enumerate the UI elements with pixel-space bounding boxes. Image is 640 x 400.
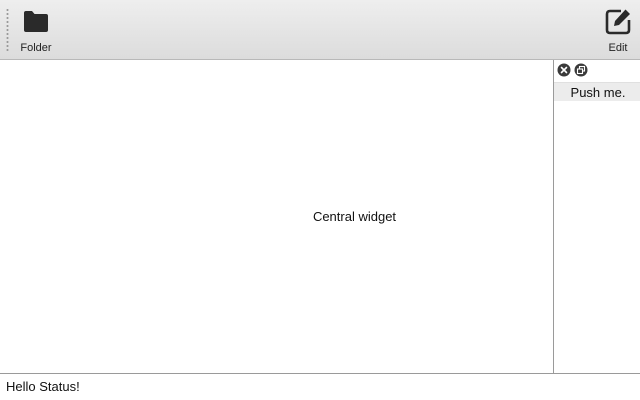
folder-button[interactable]: Folder <box>16 4 56 56</box>
toolbar: Folder Edit <box>0 0 640 60</box>
toolbar-drag-handle[interactable] <box>6 8 9 52</box>
central-widget-label: Central widget <box>312 209 397 224</box>
edit-button-label: Edit <box>608 42 628 54</box>
folder-icon <box>24 11 48 32</box>
dock-titlebar[interactable] <box>554 60 640 81</box>
folder-button-label: Folder <box>20 42 52 54</box>
close-icon[interactable] <box>557 63 571 77</box>
dock-widget: Push me. <box>553 60 640 373</box>
edit-icon <box>605 9 631 35</box>
status-bar: Hello Status! <box>0 373 640 400</box>
central-widget: Central widget <box>0 60 553 373</box>
float-icon[interactable] <box>574 63 588 77</box>
edit-button[interactable]: Edit <box>598 4 638 56</box>
push-me-button[interactable]: Push me. <box>554 82 640 101</box>
main-window: Folder Edit Central widget Push me. Hell… <box>0 0 640 400</box>
status-message: Hello Status! <box>6 379 80 394</box>
